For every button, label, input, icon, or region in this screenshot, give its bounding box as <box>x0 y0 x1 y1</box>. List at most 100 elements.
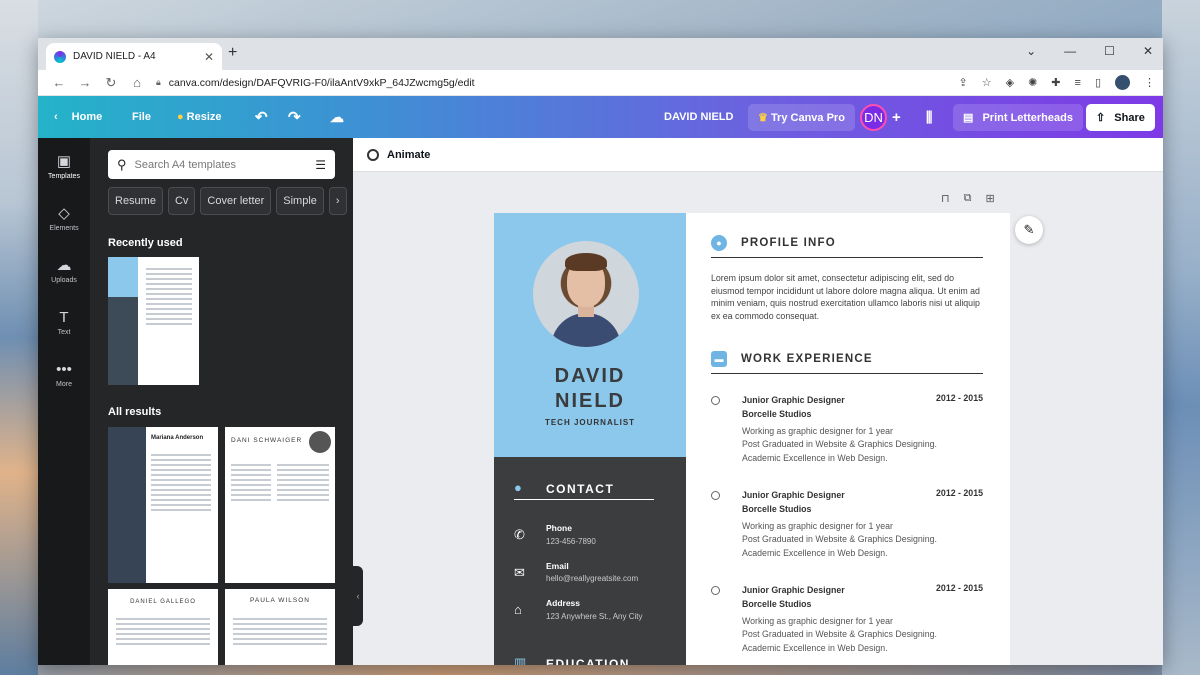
close-tab-icon[interactable]: ✕ <box>204 50 214 64</box>
first-name[interactable]: DAVID <box>494 365 686 388</box>
add-comment-icon[interactable]: ✎ <box>1015 216 1043 244</box>
profile-text[interactable]: Lorem ipsum dolor sit amet, consectetur … <box>711 272 983 322</box>
chip-cover-letter[interactable]: Cover letter <box>200 187 272 215</box>
home-button[interactable]: ‹ Home <box>54 96 102 138</box>
profile-heading[interactable]: PROFILE INFO <box>741 237 836 249</box>
rail-item-text[interactable]: T Text <box>38 309 90 336</box>
resize-button[interactable]: ● Resize <box>177 96 222 138</box>
bookmark-star-icon[interactable]: ☆ <box>982 76 992 89</box>
forward-icon[interactable]: → <box>72 75 98 90</box>
job-title: Junior Graphic Designer <box>742 585 845 595</box>
work-heading[interactable]: WORK EXPERIENCE <box>741 353 873 365</box>
education-heading[interactable]: EDUCATION <box>546 657 630 665</box>
upload-icon: ⇧ <box>1096 111 1106 124</box>
rail-label: Elements <box>49 225 79 232</box>
search-input[interactable]: Search A4 templates <box>135 159 237 171</box>
scrollbar[interactable] <box>1155 172 1163 665</box>
animate-icon <box>367 148 379 161</box>
template-thumbnail[interactable]: PAULA WILSON <box>225 589 335 665</box>
maximize-icon[interactable]: ☐ <box>1104 44 1115 58</box>
extensions-puzzle-icon[interactable]: ✚ <box>1051 76 1060 89</box>
browser-tab[interactable]: DAVID NIELD - A4 ✕ <box>46 43 222 70</box>
document-icon: ▤ <box>963 111 974 124</box>
book-icon: ▥ <box>514 655 527 665</box>
lock-icon[interactable]: ⊓ <box>941 192 950 205</box>
insights-chart-icon[interactable]: ⫼ <box>926 96 932 138</box>
file-button[interactable]: File <box>132 96 151 138</box>
home-icon[interactable]: ⌂ <box>124 75 150 90</box>
job-role[interactable]: TECH JOURNALIST <box>494 418 686 427</box>
share-button[interactable]: ⇧ Share <box>1086 103 1155 131</box>
rail-item-elements[interactable]: ◇ Elements <box>38 204 90 232</box>
profile-photo[interactable] <box>533 241 639 347</box>
contact-label[interactable]: Email <box>546 561 569 571</box>
templates-icon: ▣ <box>56 153 72 170</box>
menu-icon[interactable]: ⋮ <box>1144 76 1155 89</box>
resume-page[interactable]: DAVID NIELD TECH JOURNALIST ● CONTACT ✆ … <box>494 213 1010 665</box>
rail-label: Uploads <box>51 277 77 284</box>
filter-chips: Resume Cv Cover letter Simple › <box>108 187 347 215</box>
extension-layers-icon[interactable]: ◈ <box>1006 76 1014 89</box>
media-icon[interactable]: ≡ <box>1075 77 1081 89</box>
divider <box>711 257 983 258</box>
main-column: ● PROFILE INFO Lorem ipsum dolor sit ame… <box>686 213 1010 665</box>
canva-header: ‹ Home File ● Resize ↶ ↷ ☁ DAVID NIELD ♛… <box>38 96 1163 138</box>
chip-resume[interactable]: Resume <box>108 187 163 215</box>
template-thumbnail[interactable]: DANIEL GALLEGO <box>108 589 218 665</box>
template-search[interactable]: ⚲ Search A4 templates ☰ <box>108 150 335 179</box>
undo-icon[interactable]: ↶ <box>255 96 268 138</box>
animate-button[interactable]: Animate <box>387 149 430 161</box>
contact-value[interactable]: 123 Anywhere St., Any City <box>546 612 643 621</box>
rail-item-templates[interactable]: ▣ Templates <box>38 152 90 180</box>
lock-icon[interactable]: 🔒︎ <box>156 77 161 88</box>
new-tab-icon[interactable]: + <box>228 44 237 62</box>
tab-search-icon[interactable]: ⌄ <box>1026 44 1036 58</box>
divider <box>514 499 654 500</box>
phone-icon: ✆ <box>514 527 525 542</box>
template-name: Mariana Anderson <box>151 435 204 441</box>
back-icon[interactable]: ← <box>46 75 72 90</box>
rail-label: Templates <box>48 173 80 180</box>
recent-template-thumbnail[interactable] <box>108 257 199 385</box>
add-collaborator-icon[interactable]: + <box>892 96 901 138</box>
contact-value[interactable]: hello@reallygreatsite.com <box>546 574 638 583</box>
reload-icon[interactable]: ↻ <box>98 75 124 91</box>
more-icon: ••• <box>56 361 72 378</box>
filter-icon[interactable]: ☰ <box>315 158 326 172</box>
url-field[interactable]: 🔒︎ canva.com/design/DAFQVRIG-F0/ilaAntV9… <box>156 73 475 93</box>
extension-gear-icon[interactable]: ✺ <box>1028 76 1037 89</box>
document-title[interactable]: DAVID NIELD <box>664 96 733 138</box>
contact-value[interactable]: 123-456-7890 <box>546 537 596 546</box>
recently-used-heading: Recently used <box>108 237 183 249</box>
rail-label: Text <box>57 329 71 336</box>
resize-label: Resize <box>186 111 222 123</box>
share-page-icon[interactable]: ⇪ <box>959 76 968 89</box>
contact-label[interactable]: Address <box>546 598 580 608</box>
minimize-icon[interactable]: — <box>1064 44 1076 58</box>
template-name: DANIEL GALLEGO <box>130 599 196 605</box>
tab-strip: DAVID NIELD - A4 ✕ + ⌄ — ☐ ✕ <box>38 38 1163 70</box>
rail-item-more[interactable]: ••• More <box>38 361 90 388</box>
chip-cv[interactable]: Cv <box>167 187 196 215</box>
print-letterheads-button[interactable]: ▤ Print Letterheads <box>953 103 1083 131</box>
template-thumbnail[interactable]: DANI SCHWAIGER <box>225 427 335 583</box>
page-tools: ⊓ ⧉ ⊞ <box>941 192 995 205</box>
last-name[interactable]: NIELD <box>494 390 686 413</box>
cloud-save-icon[interactable]: ☁ <box>330 96 344 138</box>
collapse-panel-handle[interactable]: ‹ <box>353 566 363 626</box>
try-canva-pro-button[interactable]: ♛ Try Canva Pro <box>748 103 855 131</box>
job-years: 2012 - 2015 <box>936 393 983 403</box>
contact-label[interactable]: Phone <box>546 523 572 533</box>
add-page-icon[interactable]: ⊞ <box>985 192 994 205</box>
rail-item-uploads[interactable]: ☁ Uploads <box>38 256 90 284</box>
user-avatar[interactable]: DN <box>860 103 887 131</box>
profile-avatar[interactable] <box>1115 75 1130 90</box>
template-thumbnail[interactable]: Mariana Anderson <box>108 427 218 583</box>
sidepanel-icon[interactable]: ▯ <box>1095 76 1101 89</box>
duplicate-page-icon[interactable]: ⧉ <box>964 192 972 205</box>
chevron-right-icon[interactable]: › <box>328 187 347 215</box>
contact-heading[interactable]: CONTACT <box>546 482 614 496</box>
close-window-icon[interactable]: ✕ <box>1143 44 1153 58</box>
redo-icon[interactable]: ↷ <box>288 96 301 138</box>
chip-simple[interactable]: Simple <box>276 187 324 215</box>
